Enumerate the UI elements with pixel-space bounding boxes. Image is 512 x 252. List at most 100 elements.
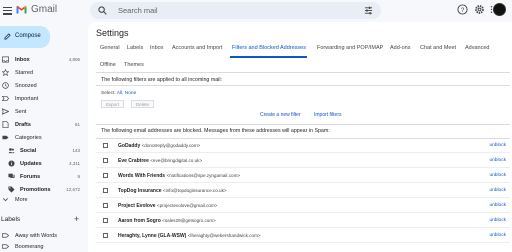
unblock-link[interactable]: unblock [489,233,506,238]
import-filters-link[interactable]: Import filters [314,112,342,118]
chevron-down-icon [3,198,8,202]
tab-offline[interactable]: Offline [100,62,116,68]
table-row: Words With Friends <notifications@spe.zy… [96,170,510,183]
label-icon [2,233,9,238]
sidebar-item-updates[interactable]: Updates 4,311 [0,158,84,170]
blocked-email: <eve@bringdigital.co.uk> [150,157,203,163]
sidebar-item-label: Sent [15,108,27,115]
tab-general[interactable]: General [100,45,120,51]
sidebar-item-sent[interactable]: Sent [0,106,84,118]
table-row: Heraghty, Lynne (GLA-WSW) <lheraghty@web… [96,230,510,243]
sidebar-item-label: Drafts [15,121,31,128]
settings-icon[interactable] [474,4,485,15]
label-item[interactable]: Boomerang [0,241,84,252]
sidebar-item-snoozed[interactable]: Snoozed [0,80,84,92]
select-none-link[interactable]: None [125,91,136,96]
sidebar-item-label: Categories [15,134,42,141]
sidebar-item-label: Inbox [15,56,30,63]
blocked-name: Eve Crabtree [118,157,149,164]
row-checkbox[interactable] [103,188,108,193]
delete-button[interactable]: Delete [131,100,155,108]
unblock-link[interactable]: unblock [489,218,506,223]
blocked-email: <sales29@getsogro.com> [162,217,216,223]
gmail-logo[interactable] [16,5,27,14]
sidebar-item-label: Updates [20,160,42,167]
row-checkbox[interactable] [103,218,108,223]
label-icon [2,244,9,249]
sidebar-item-important[interactable]: Important [0,93,84,105]
important-icon [2,95,9,102]
sidebar-item-categories[interactable]: Categories [0,132,84,144]
help-icon[interactable]: ? [457,4,468,15]
tab-themes[interactable]: Themes [124,62,144,68]
sidebar-item-count: 12,672 [66,187,80,192]
unblock-link[interactable]: unblock [489,158,506,163]
menu-icon[interactable] [3,5,12,16]
compose-label: Compose [15,33,41,39]
sidebar-item-drafts[interactable]: Drafts 61 [0,119,84,131]
select-all-link[interactable]: All [117,91,122,96]
star-icon [2,69,9,76]
unblock-link[interactable]: unblock [489,143,506,148]
tab-forwarding-and-pop-imap[interactable]: Forwarding and POP/IMAP [317,45,383,51]
table-row: GoDaddy <donotreply@godaddy.com> unblock [96,140,510,153]
tab-filters-and-blocked-addresses[interactable]: Filters and Blocked Addresses [232,45,306,51]
sidebar-item-label: Promotions [20,186,51,193]
row-checkbox[interactable] [103,233,108,238]
sidebar-item-social[interactable]: Social 143 [0,145,84,157]
unblock-link[interactable]: unblock [489,188,506,193]
tab-inbox[interactable]: Inbox [150,45,163,51]
create-filter-link[interactable]: Create a new filter [260,112,301,118]
tune-icon[interactable] [364,6,373,15]
top-bar: Gmail Search mail ? [0,0,512,22]
pencil-icon [4,33,11,40]
send-icon [2,108,9,115]
search-bar[interactable]: Search mail [90,2,381,19]
active-tab-indicator [230,56,307,58]
unblock-link[interactable]: unblock [489,173,506,178]
add-label-button[interactable]: + [74,214,79,224]
gmail-app: Gmail Search mail ? Compose Inbox 4,806 … [0,0,512,252]
blocked-email: <donotreply@godaddy.com> [141,142,201,148]
search-icon[interactable] [98,6,107,15]
sidebar-item-starred[interactable]: Starred [0,67,84,79]
avatar[interactable] [493,3,506,16]
draft-icon [2,121,9,128]
tab-accounts-and-import[interactable]: Accounts and Import [172,45,222,51]
labels-heading: Labels + [0,214,84,226]
blocked-name: GoDaddy [118,142,141,149]
tab-chat-and-meet[interactable]: Chat and Meet [420,45,456,51]
forum-icon [8,173,15,178]
row-checkbox[interactable] [103,143,108,148]
table-row: Eve Crabtree <eve@bringdigital.co.uk> un… [96,155,510,168]
sidebar-item-more[interactable]: More [0,194,84,206]
sidebar-item-forums[interactable]: Forums 9 [0,171,84,183]
sidebar-item-inbox[interactable]: Inbox 4,806 [0,54,84,66]
blocked-name: Words With Friends [118,172,166,179]
row-checkbox[interactable] [103,158,108,163]
sidebar-item-count: 9 [77,174,80,179]
label-icon [2,135,9,140]
sidebar-item-count: 4,806 [68,57,80,62]
people-icon [8,148,15,154]
tab-add-ons[interactable]: Add-ons [390,45,411,51]
compose-button[interactable]: Compose [0,26,50,48]
settings-panel: Settings General Labels Inbox Accounts a… [88,22,512,252]
sidebar-item-count: 4,311 [69,161,80,166]
divider [96,85,510,86]
sidebar-item-label: Starred [15,69,34,76]
export-button[interactable]: Export [101,100,125,108]
sidebar-item-label: More [15,196,28,203]
blocked-email: <lheraghty@webershandwick.com> [187,232,261,238]
tab-advanced[interactable]: Advanced [465,45,489,51]
divider [96,72,510,73]
blocked-email: <projectevolove@gmail.com> [156,202,218,208]
labels-heading-text: Labels [1,216,21,223]
row-checkbox[interactable] [103,173,108,178]
svg-text:?: ? [461,7,465,14]
table-row: Project Evolove <projectevolove@gmail.co… [96,200,510,213]
tab-labels[interactable]: Labels [127,45,143,51]
search-input[interactable]: Search mail [118,6,158,15]
unblock-link[interactable]: unblock [489,203,506,208]
row-checkbox[interactable] [103,203,108,208]
